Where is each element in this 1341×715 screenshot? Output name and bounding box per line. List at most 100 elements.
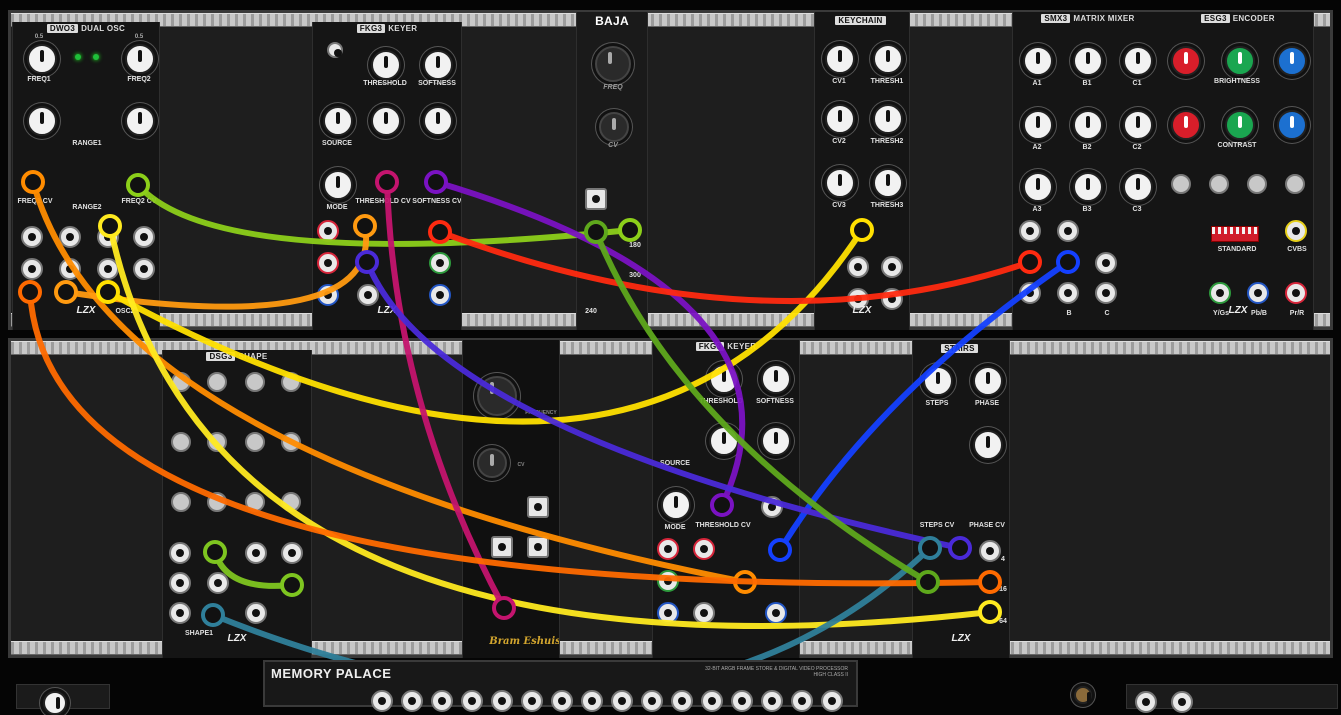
jack[interactable] (357, 284, 379, 306)
jack[interactable] (491, 690, 513, 712)
mode-knob[interactable] (661, 490, 691, 520)
threshold-knob[interactable] (709, 364, 739, 394)
jack[interactable] (821, 690, 843, 712)
jack-pb-b[interactable] (1247, 282, 1269, 304)
toggle-switch[interactable] (245, 432, 265, 452)
jack[interactable] (521, 690, 543, 712)
jack-red[interactable] (317, 220, 339, 242)
jack[interactable] (371, 690, 393, 712)
jack[interactable] (761, 690, 783, 712)
jack[interactable] (1057, 220, 1079, 242)
jack[interactable] (1135, 691, 1157, 713)
jack[interactable] (461, 690, 483, 712)
jack[interactable] (701, 690, 723, 712)
a1-knob[interactable] (1023, 46, 1053, 76)
jack-rst[interactable] (21, 226, 43, 248)
softness-knob[interactable] (423, 50, 453, 80)
jack[interactable] (59, 226, 81, 248)
b1-knob[interactable] (1073, 46, 1103, 76)
jack[interactable] (1019, 220, 1041, 242)
jack[interactable] (731, 690, 753, 712)
jack[interactable] (97, 226, 119, 248)
b2-knob[interactable] (1073, 110, 1103, 140)
toggle-switch[interactable] (171, 372, 191, 392)
toggle-switch[interactable] (171, 492, 191, 512)
phase-knob[interactable] (973, 366, 1003, 396)
jack[interactable] (1171, 691, 1193, 713)
jack-blue[interactable] (657, 602, 679, 624)
jack[interactable] (207, 572, 229, 594)
knob-right-2[interactable] (125, 106, 155, 136)
thresh1-knob[interactable] (873, 44, 903, 74)
toggle-switch[interactable] (1285, 174, 1305, 194)
jack[interactable] (979, 540, 1001, 562)
jack[interactable] (1095, 282, 1117, 304)
b3-knob[interactable] (1073, 172, 1103, 202)
cv-knob[interactable] (477, 448, 507, 478)
c2-knob[interactable] (1123, 110, 1153, 140)
thresh3-knob[interactable] (873, 168, 903, 198)
cv1-knob[interactable] (825, 44, 855, 74)
freq1-knob[interactable] (27, 44, 57, 74)
jack-blue[interactable] (765, 602, 787, 624)
freq-knob[interactable] (595, 46, 631, 82)
brightness-red-knob[interactable] (1171, 46, 1201, 76)
jack[interactable] (1095, 252, 1117, 274)
toggle-switch[interactable] (1209, 174, 1229, 194)
mode-knob[interactable] (323, 170, 353, 200)
toggle-switch[interactable] (281, 372, 301, 392)
jack[interactable] (671, 690, 693, 712)
jack-b[interactable] (59, 258, 81, 280)
jack[interactable] (401, 690, 423, 712)
toggle-switch[interactable] (1171, 174, 1191, 194)
jack[interactable] (527, 496, 549, 518)
jack[interactable] (527, 536, 549, 558)
jack[interactable] (133, 258, 155, 280)
softness-knob[interactable] (761, 364, 791, 394)
cv-knob[interactable] (599, 112, 629, 142)
jack[interactable] (1057, 282, 1079, 304)
a3-knob[interactable] (1023, 172, 1053, 202)
jack[interactable] (431, 690, 453, 712)
jack[interactable] (133, 226, 155, 248)
threshold-cv-knob[interactable] (371, 106, 401, 136)
a2-knob[interactable] (1023, 110, 1053, 140)
toggle-switch[interactable] (245, 492, 265, 512)
jack[interactable] (551, 690, 573, 712)
jack-pr-r[interactable] (1285, 282, 1307, 304)
cv2-knob[interactable] (825, 104, 855, 134)
knob-left-2[interactable] (27, 106, 57, 136)
partial-knob[interactable] (43, 691, 67, 715)
threshold-cv-knob[interactable] (709, 426, 739, 456)
jack[interactable] (97, 258, 119, 280)
c1-knob[interactable] (1123, 46, 1153, 76)
toggle-switch[interactable] (1247, 174, 1267, 194)
jack[interactable] (581, 690, 603, 712)
jack[interactable] (245, 602, 267, 624)
brightness-green-knob[interactable] (1225, 46, 1255, 76)
jack[interactable] (491, 536, 513, 558)
jack-blue[interactable] (429, 284, 451, 306)
jack-red[interactable] (657, 538, 679, 560)
toggle-switch[interactable] (207, 372, 227, 392)
toggle-switch[interactable] (281, 492, 301, 512)
jack[interactable] (245, 542, 267, 564)
jack-green[interactable] (657, 570, 679, 592)
softness-cv-knob[interactable] (761, 426, 791, 456)
jack-y-gs[interactable] (1209, 282, 1231, 304)
jack[interactable] (169, 572, 191, 594)
jack[interactable] (281, 542, 303, 564)
steps-knob[interactable] (923, 366, 953, 396)
jack[interactable] (881, 256, 903, 278)
toggle-switch[interactable] (281, 432, 301, 452)
jack-a[interactable] (21, 258, 43, 280)
toggle-switch[interactable] (207, 432, 227, 452)
toggle-switch[interactable] (171, 432, 191, 452)
softness-cv-knob[interactable] (423, 106, 453, 136)
contrast-blue-knob[interactable] (1277, 110, 1307, 140)
jack[interactable] (611, 690, 633, 712)
jack[interactable] (1019, 282, 1041, 304)
jack[interactable] (881, 288, 903, 310)
freq2-knob[interactable] (125, 44, 155, 74)
c3-knob[interactable] (1123, 172, 1153, 202)
